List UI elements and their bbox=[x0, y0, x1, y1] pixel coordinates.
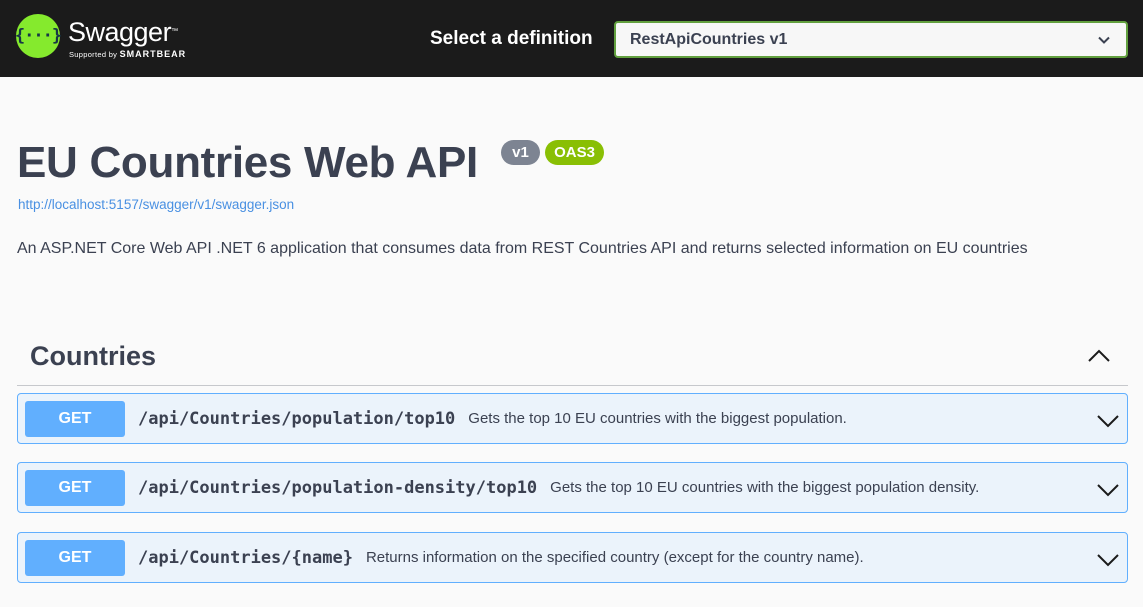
logo-trademark: ™ bbox=[171, 28, 178, 35]
operation-get-country-by-name[interactable]: GET /api/Countries/{name} Returns inform… bbox=[17, 532, 1128, 583]
method-badge-get: GET bbox=[25, 539, 125, 576]
logo-brand: SMARTBEAR bbox=[119, 49, 187, 59]
operation-get-population-density-top10[interactable]: GET /api/Countries/population-density/to… bbox=[17, 462, 1128, 513]
logo-text: Swagger™ Supported by SMARTBEAR bbox=[68, 14, 186, 59]
operation-summary: Gets the top 10 EU countries with the bi… bbox=[550, 479, 980, 496]
chevron-up-icon[interactable] bbox=[1086, 343, 1112, 369]
operation-path: /api/Countries/{name} bbox=[138, 547, 353, 568]
definition-select[interactable]: RestApiCountries v1 bbox=[614, 21, 1128, 58]
swagger-logo-icon: {···} bbox=[15, 14, 62, 58]
tag-title: Countries bbox=[30, 340, 157, 371]
oas-badge: OAS3 bbox=[545, 140, 604, 165]
chevron-down-icon[interactable] bbox=[1096, 547, 1120, 571]
operation-path: /api/Countries/population-density/top10 bbox=[138, 477, 538, 498]
version-badge: v1 bbox=[501, 140, 540, 165]
method-badge-get: GET bbox=[25, 469, 125, 506]
operation-summary: Gets the top 10 EU countries with the bi… bbox=[468, 410, 847, 427]
operation-summary: Returns information on the specified cou… bbox=[365, 549, 864, 566]
chevron-down-icon bbox=[1098, 36, 1110, 44]
logo-name: Swagger bbox=[68, 17, 172, 47]
operation-get-population-top10[interactable]: GET /api/Countries/population/top10 Gets… bbox=[17, 393, 1128, 444]
api-title: EU Countries Web API bbox=[17, 138, 478, 187]
chevron-down-icon[interactable] bbox=[1096, 408, 1120, 432]
logo-supported-label: Supported by bbox=[69, 50, 118, 59]
method-badge-get: GET bbox=[25, 400, 125, 437]
swagger-logo[interactable]: {···} Swagger™ Supported by SMARTBEAR bbox=[15, 14, 186, 64]
definition-label: Select a definition bbox=[430, 28, 593, 49]
definition-selected-value: RestApiCountries v1 bbox=[630, 30, 788, 48]
operation-path: /api/Countries/population/top10 bbox=[138, 408, 456, 429]
chevron-down-icon[interactable] bbox=[1096, 477, 1120, 501]
logo-supported-by: Supported by SMARTBEAR bbox=[69, 49, 186, 59]
tag-header-countries[interactable]: Countries bbox=[17, 327, 1128, 386]
topbar: {···} Swagger™ Supported by SMARTBEAR Se… bbox=[0, 0, 1143, 77]
spec-url-link[interactable]: http://localhost:5157/swagger/v1/swagger… bbox=[18, 197, 294, 212]
api-description: An ASP.NET Core Web API .NET 6 applicati… bbox=[17, 240, 1028, 257]
